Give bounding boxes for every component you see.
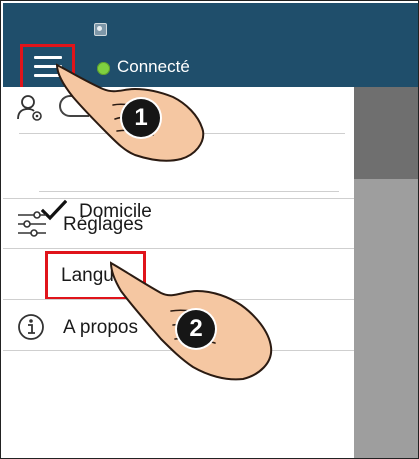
divider xyxy=(3,350,354,351)
drawer-item-account[interactable] xyxy=(3,87,354,133)
divider xyxy=(3,299,354,300)
user-settings-icon xyxy=(17,95,42,121)
account-name xyxy=(59,95,89,117)
sliders-icon xyxy=(18,211,46,237)
app-header: Connecté xyxy=(3,3,418,90)
step-badge-1: 1 xyxy=(122,99,160,137)
menu-button[interactable] xyxy=(20,44,75,90)
connection-status-text: Connecté xyxy=(117,57,190,76)
drawer-item-label: Réglages xyxy=(63,214,144,235)
content-scrim xyxy=(354,179,418,458)
divider xyxy=(39,191,339,192)
app-icon xyxy=(94,23,107,36)
navigation-drawer: Domicile Réglages Langue A propos xyxy=(3,87,354,458)
drawer-item-label: A propos xyxy=(63,317,138,338)
highlight-box-language xyxy=(45,251,146,300)
screenshot-frame: Connecté Domicile Réglages Langue A prop… xyxy=(0,0,419,459)
content-scrim-top xyxy=(354,87,418,179)
info-icon xyxy=(18,314,44,340)
step-badge-2: 2 xyxy=(177,310,215,348)
connection-status-dot xyxy=(97,62,110,75)
hamburger-icon xyxy=(34,56,62,78)
drawer-item-settings[interactable]: Réglages xyxy=(3,197,354,249)
